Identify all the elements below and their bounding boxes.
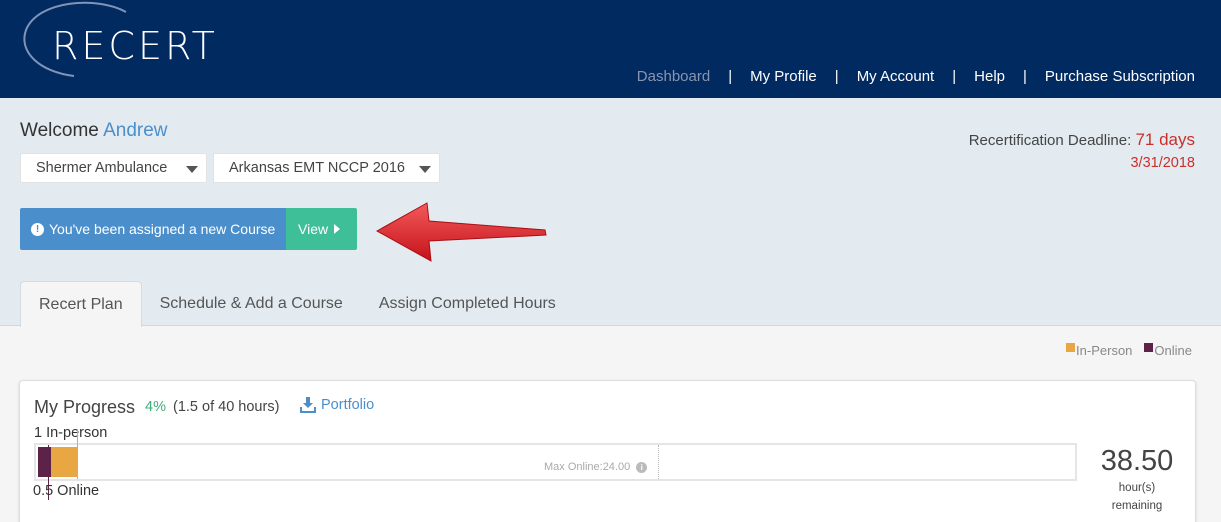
- nav-separator: |: [1023, 68, 1027, 85]
- progress-bar: Max Online:24.00 i: [34, 429, 1077, 500]
- nav-separator: |: [952, 68, 957, 85]
- chevron-down-icon: [419, 166, 431, 173]
- alert-text: You've been assigned a new Course: [49, 221, 276, 237]
- my-progress-card: My Progress 4% (1.5 of 40 hours) Portfol…: [19, 380, 1196, 522]
- max-online-label: Max Online:24.00 i: [544, 461, 648, 473]
- tab-recert-plan[interactable]: Recert Plan: [20, 281, 142, 327]
- recertification-deadline: Recertification Deadline: 71 days 3/31/2…: [969, 130, 1195, 171]
- deadline-label: Recertification Deadline:: [968, 132, 1132, 149]
- nav-separator: |: [728, 68, 733, 85]
- progress-legend: In-Person Online: [1066, 343, 1192, 358]
- nav-my-profile[interactable]: My Profile: [750, 68, 817, 85]
- alert-message: ! You've been assigned a new Course: [20, 208, 286, 250]
- deadline-days: 71 days: [1135, 130, 1195, 149]
- portfolio-label: Portfolio: [321, 397, 375, 413]
- portfolio-link[interactable]: Portfolio: [300, 397, 374, 413]
- download-icon: [300, 397, 316, 413]
- program-select-value: Arkansas EMT NCCP 2016: [229, 160, 405, 176]
- remaining-label: remaining: [1111, 500, 1163, 512]
- legend-in-person: In-Person: [1076, 343, 1133, 358]
- organization-select-value: Shermer Ambulance: [36, 160, 168, 176]
- info-icon: !: [31, 222, 44, 236]
- program-select[interactable]: Arkansas EMT NCCP 2016: [213, 153, 440, 183]
- recert-logo[interactable]: RECERT: [18, 0, 228, 80]
- online-swatch: [1144, 343, 1154, 352]
- progress-hours: (1.5 of 40 hours): [173, 399, 280, 415]
- online-hours-label: 0.5 Online: [33, 483, 100, 499]
- welcome-message: Welcome Andrew: [20, 120, 168, 142]
- view-button-label: View: [298, 221, 329, 237]
- red-pointer-arrow-icon: [375, 202, 547, 262]
- main-nav: Dashboard | My Profile | My Account | He…: [637, 68, 1195, 85]
- legend-online: Online: [1154, 343, 1192, 358]
- hours-remaining: 38.50 hour(s) remaining: [1086, 445, 1188, 514]
- chevron-down-icon: [186, 166, 198, 173]
- view-course-button[interactable]: View: [286, 208, 357, 250]
- deadline-date: 3/31/2018: [1130, 155, 1195, 171]
- remaining-value: 38.50: [1100, 445, 1174, 477]
- organization-select[interactable]: Shermer Ambulance: [20, 153, 207, 183]
- nav-help[interactable]: Help: [974, 68, 1005, 85]
- in-person-swatch: [1066, 343, 1076, 352]
- progress-percent: 4%: [145, 399, 166, 415]
- top-header: RECERT Dashboard | My Profile | My Accou…: [0, 0, 1221, 98]
- caret-right-icon: [334, 224, 341, 234]
- max-online-line: [658, 445, 659, 479]
- plan-tabs: Recert Plan Schedule & Add a Course Assi…: [20, 281, 574, 327]
- info-icon[interactable]: i: [636, 461, 648, 473]
- dashboard-summary-panel: Welcome Andrew Shermer Ambulance Arkansa…: [0, 98, 1221, 327]
- nav-purchase-subscription[interactable]: Purchase Subscription: [1045, 68, 1195, 85]
- online-progress-fill: [38, 447, 51, 477]
- max-online-text: Max Online:24.00: [544, 461, 631, 473]
- in-person-hours-label: 1 In-person: [34, 425, 108, 441]
- in-person-marker: [77, 429, 78, 479]
- progress-title: My Progress: [34, 397, 136, 417]
- tab-schedule-add-course[interactable]: Schedule & Add a Course: [142, 281, 361, 326]
- new-course-alert: ! You've been assigned a new Course View: [20, 208, 357, 250]
- nav-dashboard[interactable]: Dashboard: [637, 68, 710, 85]
- tab-assign-completed-hours[interactable]: Assign Completed Hours: [361, 281, 574, 326]
- remaining-unit: hour(s): [1118, 482, 1156, 494]
- logo-text: RECERT: [52, 24, 218, 68]
- welcome-greeting: Welcome: [20, 120, 99, 141]
- nav-separator: |: [834, 68, 839, 85]
- in-person-progress-fill: [51, 447, 77, 477]
- user-name: Andrew: [103, 120, 168, 141]
- nav-my-account[interactable]: My Account: [857, 68, 935, 85]
